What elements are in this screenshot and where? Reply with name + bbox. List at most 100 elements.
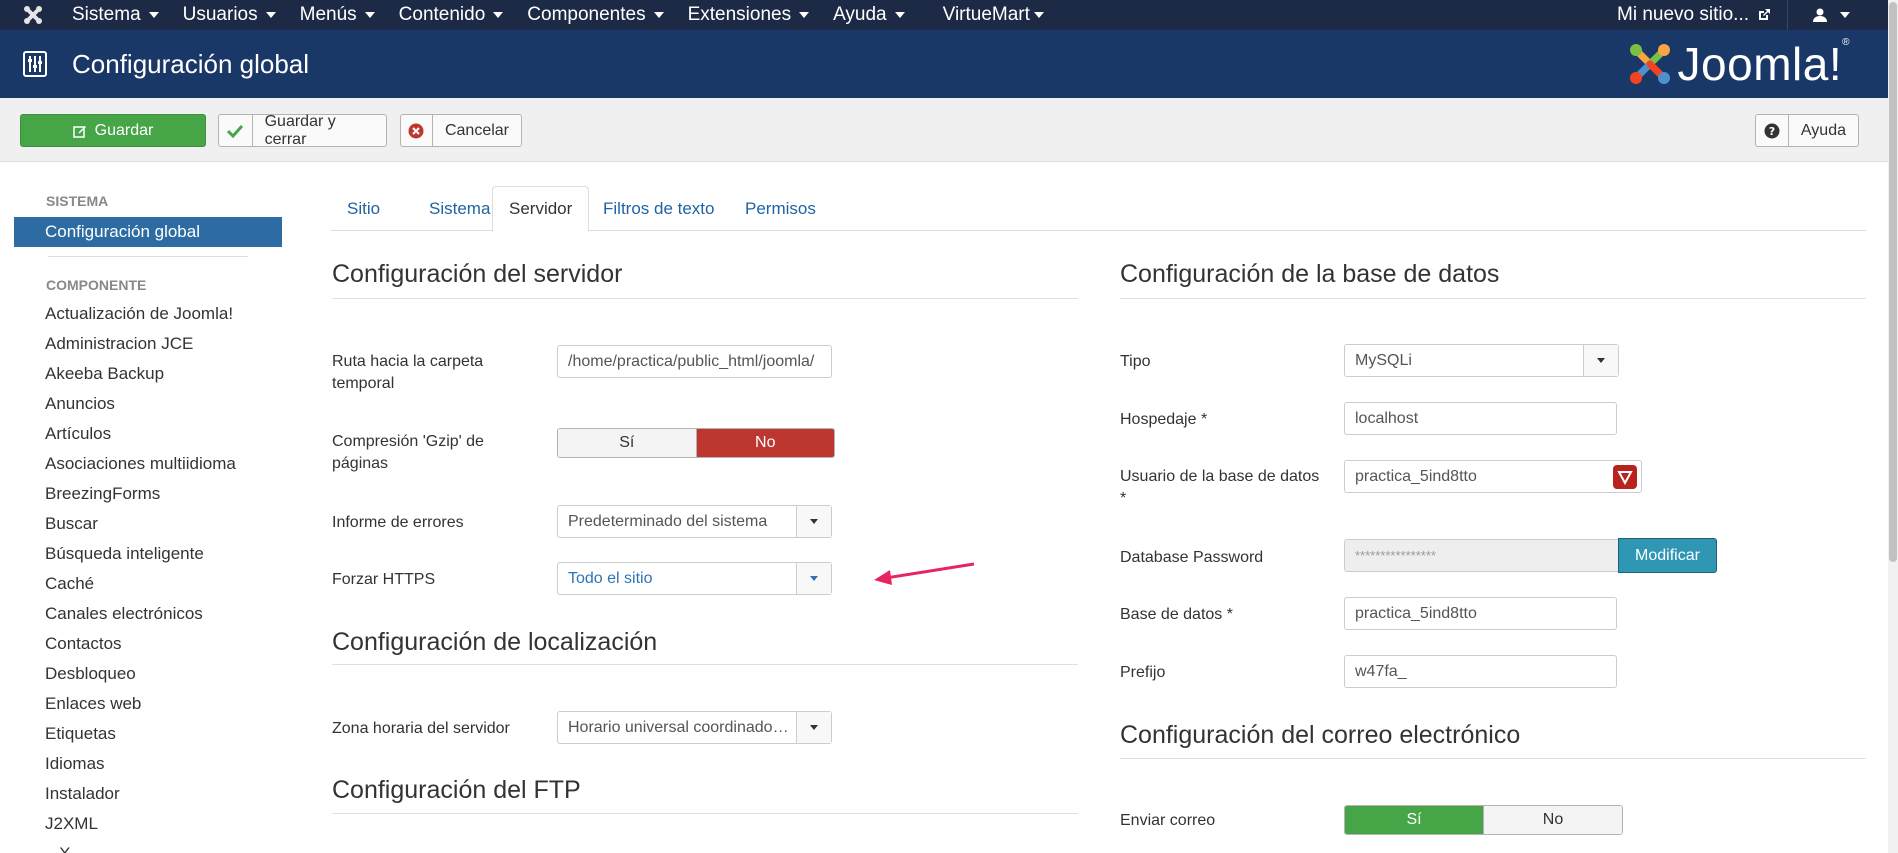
save-and-close-button[interactable]: Guardar y cerrar bbox=[218, 113, 387, 148]
divider bbox=[1787, 0, 1788, 30]
gzip-no-option[interactable]: No bbox=[695, 429, 834, 457]
caret-down-icon bbox=[810, 519, 818, 524]
edit-icon bbox=[72, 115, 87, 146]
db-user-input[interactable]: practica_5ind8tto bbox=[1344, 460, 1642, 493]
chevron-down-icon bbox=[1840, 12, 1850, 18]
send-mail-no-option[interactable]: No bbox=[1483, 806, 1622, 834]
logo-text: Joomla!® bbox=[1677, 37, 1850, 90]
cancel-circle-icon bbox=[401, 115, 433, 146]
sidebar-item[interactable]: Idiomas bbox=[45, 754, 105, 774]
svg-text:?: ? bbox=[1769, 125, 1775, 138]
sidebar-item[interactable]: Instalador bbox=[45, 784, 120, 804]
sidebar-item[interactable]: Canales electrónicos bbox=[45, 604, 203, 624]
sidebar-item[interactable]: Caché bbox=[45, 574, 94, 594]
error-report-label: Informe de errores bbox=[332, 514, 464, 531]
database-section-title: Configuración de la base de datos bbox=[1120, 260, 1500, 288]
sidebar-item[interactable]: Búsqueda inteligente bbox=[45, 544, 204, 564]
menu-usuarios[interactable]: Usuarios bbox=[171, 0, 288, 30]
sidebar-item[interactable]: ...X... bbox=[45, 844, 85, 853]
db-password-label: Database Password bbox=[1120, 549, 1264, 566]
menu-contenido[interactable]: Contenido bbox=[387, 0, 516, 30]
sidebar-heading-system: SISTEMA bbox=[46, 193, 109, 209]
send-mail-yes-option[interactable]: Sí bbox=[1345, 806, 1483, 834]
send-mail-toggle[interactable]: Sí No bbox=[1344, 805, 1623, 835]
db-name-input[interactable]: practica_5ind8tto bbox=[1344, 597, 1617, 630]
tab-filtros-de-texto[interactable]: Filtros de texto bbox=[587, 186, 731, 231]
sidebar-item[interactable]: Contactos bbox=[45, 634, 122, 654]
locale-section-title: Configuración de localización bbox=[332, 628, 658, 656]
db-type-select[interactable]: MySQLi bbox=[1344, 344, 1619, 377]
site-link[interactable]: Mi nuevo sitio... bbox=[1605, 4, 1783, 26]
sidebar-item[interactable]: Asociaciones multiidioma bbox=[45, 454, 236, 474]
sidebar-item[interactable]: Desbloqueo bbox=[45, 664, 136, 684]
tab-sitio[interactable]: Sitio bbox=[331, 186, 396, 231]
chevron-down-icon bbox=[148, 12, 159, 18]
topnav-right: Mi nuevo sitio... bbox=[1605, 0, 1898, 30]
joomla-logo-icon bbox=[1629, 44, 1670, 84]
chevron-down-icon bbox=[799, 12, 810, 18]
menu-virtuemart[interactable]: VirtueMart bbox=[931, 0, 1056, 30]
db-host-input[interactable]: localhost bbox=[1344, 402, 1617, 435]
gzip-yes-option[interactable]: Sí bbox=[558, 429, 696, 457]
save-button[interactable]: Guardar bbox=[20, 114, 206, 147]
caret-down-icon bbox=[1597, 358, 1605, 363]
main-menu: Sistema Usuarios Menús Contenido Compone… bbox=[60, 0, 1056, 30]
db-type-label: Tipo bbox=[1120, 353, 1151, 370]
user-menu[interactable] bbox=[1792, 7, 1864, 23]
sidebar-item[interactable]: Akeeba Backup bbox=[45, 364, 164, 384]
tab-servidor[interactable]: Servidor bbox=[492, 186, 590, 232]
sidebar: SISTEMA Configuración global COMPONENTE … bbox=[0, 162, 290, 853]
dropdown-arrow bbox=[796, 712, 831, 743]
db-prefix-input[interactable]: w47fa_ bbox=[1344, 655, 1617, 688]
caret-down-icon bbox=[810, 725, 818, 730]
timezone-label: Zona horaria del servidor bbox=[332, 720, 510, 737]
db-user-label: Usuario de la base de datos * bbox=[1120, 468, 1320, 507]
sidebar-item[interactable]: Buscar bbox=[45, 514, 98, 534]
error-report-select[interactable]: Predeterminado del sistema bbox=[557, 505, 832, 538]
page-header: Configuración global Joomla!® bbox=[0, 30, 1898, 98]
sidebar-item[interactable]: J2XML bbox=[45, 814, 98, 834]
sidebar-item[interactable]: Etiquetas bbox=[45, 724, 116, 744]
server-section-title: Configuración del servidor bbox=[332, 260, 623, 288]
sidebar-item[interactable]: Actualización de Joomla! bbox=[45, 304, 233, 324]
sidebar-item-global-config[interactable]: Configuración global bbox=[14, 217, 282, 247]
gzip-toggle[interactable]: Sí No bbox=[557, 428, 835, 458]
menu-extensiones[interactable]: Extensiones bbox=[676, 0, 822, 30]
question-icon: ? bbox=[1756, 115, 1789, 146]
dropdown-arrow bbox=[796, 563, 831, 594]
sidebar-item[interactable]: Artículos bbox=[45, 424, 111, 444]
timezone-select[interactable]: Horario universal coordinado (UTC) bbox=[557, 711, 832, 744]
divider bbox=[332, 664, 1078, 665]
mail-section-title: Configuración del correo electrónico bbox=[1120, 721, 1521, 749]
chevron-down-icon bbox=[364, 12, 375, 18]
sidebar-item[interactable]: Administracion JCE bbox=[45, 334, 193, 354]
password-manager-icon[interactable] bbox=[1613, 465, 1637, 489]
scrollbar-thumb[interactable] bbox=[1889, 2, 1897, 562]
db-host-label: Hospedaje * bbox=[1120, 411, 1208, 428]
page-scrollbar[interactable] bbox=[1888, 0, 1898, 853]
chevron-down-icon bbox=[493, 12, 504, 18]
help-button[interactable]: ? Ayuda bbox=[1755, 114, 1859, 147]
dropdown-arrow bbox=[1583, 345, 1618, 376]
tab-permisos[interactable]: Permisos bbox=[729, 186, 832, 231]
sidebar-item[interactable]: Anuncios bbox=[45, 394, 115, 414]
divider bbox=[1120, 758, 1866, 759]
sidebar-heading-component: COMPONENTE bbox=[46, 277, 147, 293]
divider bbox=[48, 256, 248, 257]
joomla-menu-icon[interactable] bbox=[16, 0, 50, 30]
sidebar-item[interactable]: BreezingForms bbox=[45, 484, 160, 504]
modify-password-button[interactable]: Modificar bbox=[1618, 538, 1717, 573]
cancel-button[interactable]: Cancelar bbox=[400, 114, 522, 147]
menu-menus[interactable]: Menús bbox=[288, 0, 387, 30]
temp-path-input[interactable]: /home/practica/public_html/joomla/ bbox=[557, 345, 832, 378]
force-https-select[interactable]: Todo el sitio bbox=[557, 562, 832, 595]
menu-componentes[interactable]: Componentes bbox=[515, 0, 675, 30]
chevron-down-icon bbox=[894, 12, 905, 18]
menu-ayuda[interactable]: Ayuda bbox=[821, 0, 917, 30]
external-link-icon bbox=[1757, 8, 1771, 22]
chevron-down-icon bbox=[265, 12, 276, 18]
menu-sistema[interactable]: Sistema bbox=[60, 0, 171, 30]
db-password-input: **************** bbox=[1344, 539, 1619, 572]
sidebar-item[interactable]: Enlaces web bbox=[45, 694, 141, 714]
check-icon bbox=[219, 115, 253, 146]
